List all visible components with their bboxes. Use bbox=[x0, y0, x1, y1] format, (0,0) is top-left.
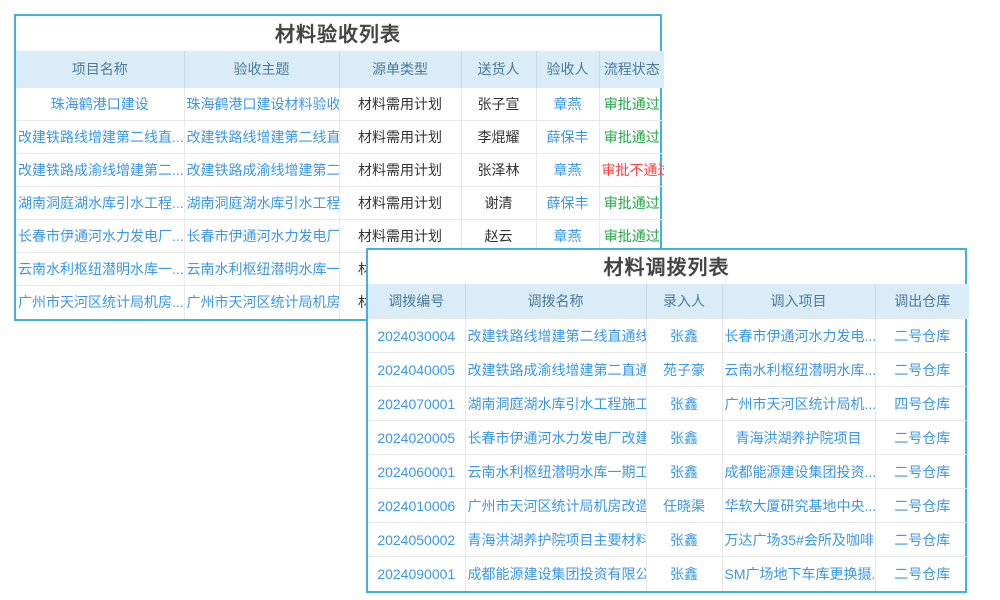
material-transfer-panel: 材料调拨列表 调拨编号调拨名称录入人调入项目调出仓库 2024030004改建铁… bbox=[366, 248, 967, 593]
acceptance-col-header-3: 送货人 bbox=[461, 51, 536, 88]
acceptance-cell: 材料需用计划 bbox=[339, 88, 461, 121]
acceptance-cell: 张泽林 bbox=[461, 154, 536, 187]
transfer-link-cell[interactable]: 广州市天河区统计局机... bbox=[722, 387, 875, 421]
transfer-link-cell[interactable]: 任晓渠 bbox=[646, 489, 722, 523]
transfer-link-cell[interactable]: 广州市天河区统计局机房改造... bbox=[465, 489, 646, 523]
transfer-link-cell[interactable]: 青海洪湖养护院项目 bbox=[722, 421, 875, 455]
transfer-header-row: 调拨编号调拨名称录入人调入项目调出仓库 bbox=[368, 284, 969, 319]
table-row: 2024090001成都能源建设集团投资有限公...张鑫SM广场地下车库更换摄.… bbox=[368, 557, 969, 591]
transfer-link-cell[interactable]: 2024030004 bbox=[368, 319, 465, 353]
transfer-link-cell[interactable]: 2024060001 bbox=[368, 455, 465, 489]
acceptance-link-cell[interactable]: 章燕 bbox=[536, 88, 599, 121]
transfer-link-cell[interactable]: 张鑫 bbox=[646, 387, 722, 421]
acceptance-cell: 材料需用计划 bbox=[339, 154, 461, 187]
transfer-col-header-2: 录入人 bbox=[646, 284, 722, 319]
acceptance-link-cell[interactable]: 珠海鹤港口建设 bbox=[16, 88, 184, 121]
transfer-link-cell[interactable]: 二号仓库 bbox=[875, 523, 969, 557]
transfer-link-cell[interactable]: 二号仓库 bbox=[875, 489, 969, 523]
table-row: 珠海鹤港口建设珠海鹤港口建设材料验收材料需用计划张子宣章燕审批通过 bbox=[16, 88, 664, 121]
transfer-table: 调拨编号调拨名称录入人调入项目调出仓库 2024030004改建铁路线增建第二线… bbox=[368, 284, 969, 591]
table-row: 2024040005改建铁路成渝线增建第二直通...苑子豪云南水利枢纽潜明水库.… bbox=[368, 353, 969, 387]
transfer-link-cell[interactable]: 长春市伊通河水力发电... bbox=[722, 319, 875, 353]
table-row: 2024010006广州市天河区统计局机房改造...任晓渠华软大厦研究基地中央.… bbox=[368, 489, 969, 523]
transfer-link-cell[interactable]: 四号仓库 bbox=[875, 387, 969, 421]
acceptance-cell: 张子宣 bbox=[461, 88, 536, 121]
acceptance-link-cell[interactable]: 云南水利枢纽潜明水库一... bbox=[184, 253, 339, 286]
table-row: 2024030004改建铁路线增建第二线直通线...张鑫长春市伊通河水力发电..… bbox=[368, 319, 969, 353]
transfer-link-cell[interactable]: 2024070001 bbox=[368, 387, 465, 421]
acceptance-panel-title: 材料验收列表 bbox=[16, 16, 660, 51]
acceptance-link-cell[interactable]: 改建铁路线增建第二线直... bbox=[16, 121, 184, 154]
acceptance-col-header-1: 验收主题 bbox=[184, 51, 339, 88]
acceptance-link-cell[interactable]: 云南水利枢纽潜明水库一... bbox=[16, 253, 184, 286]
transfer-link-cell[interactable]: 改建铁路线增建第二线直通线... bbox=[465, 319, 646, 353]
acceptance-link-cell[interactable]: 薛保丰 bbox=[536, 187, 599, 220]
table-row: 2024050002青海洪湖养护院项目主要材料...张鑫万达广场35#会所及咖啡… bbox=[368, 523, 969, 557]
transfer-link-cell[interactable]: 二号仓库 bbox=[875, 319, 969, 353]
transfer-col-header-1: 调拨名称 bbox=[465, 284, 646, 319]
transfer-link-cell[interactable]: 改建铁路成渝线增建第二直通... bbox=[465, 353, 646, 387]
acceptance-col-header-0: 项目名称 bbox=[16, 51, 184, 88]
acceptance-link-cell[interactable]: 湖南洞庭湖水库引水工程... bbox=[16, 187, 184, 220]
transfer-link-cell[interactable]: 长春市伊通河水力发电厂改建... bbox=[465, 421, 646, 455]
acceptance-link-cell[interactable]: 长春市伊通河水力发电厂... bbox=[184, 220, 339, 253]
acceptance-link-cell[interactable]: 广州市天河区统计局机房... bbox=[16, 286, 184, 319]
transfer-link-cell[interactable]: 2024010006 bbox=[368, 489, 465, 523]
transfer-link-cell[interactable]: 二号仓库 bbox=[875, 557, 969, 591]
transfer-link-cell[interactable]: 张鑫 bbox=[646, 455, 722, 489]
acceptance-cell: 材料需用计划 bbox=[339, 121, 461, 154]
transfer-link-cell[interactable]: 云南水利枢纽潜明水库一期工... bbox=[465, 455, 646, 489]
transfer-link-cell[interactable]: 张鑫 bbox=[646, 557, 722, 591]
acceptance-link-cell[interactable]: 湖南洞庭湖水库引水工程... bbox=[184, 187, 339, 220]
transfer-link-cell[interactable]: 二号仓库 bbox=[875, 421, 969, 455]
transfer-link-cell[interactable]: 成都能源建设集团投资有限公... bbox=[465, 557, 646, 591]
table-row: 2024060001云南水利枢纽潜明水库一期工...张鑫成都能源建设集团投资..… bbox=[368, 455, 969, 489]
transfer-link-cell[interactable]: 2024090001 bbox=[368, 557, 465, 591]
transfer-link-cell[interactable]: 二号仓库 bbox=[875, 455, 969, 489]
acceptance-link-cell[interactable]: 薛保丰 bbox=[536, 121, 599, 154]
transfer-link-cell[interactable]: 湖南洞庭湖水库引水工程施工... bbox=[465, 387, 646, 421]
transfer-link-cell[interactable]: 苑子豪 bbox=[646, 353, 722, 387]
transfer-link-cell[interactable]: 张鑫 bbox=[646, 319, 722, 353]
status-badge: 审批通过 bbox=[599, 88, 664, 121]
transfer-panel-title: 材料调拨列表 bbox=[368, 250, 965, 284]
transfer-link-cell[interactable]: 2024050002 bbox=[368, 523, 465, 557]
transfer-link-cell[interactable]: 青海洪湖养护院项目主要材料... bbox=[465, 523, 646, 557]
table-row: 改建铁路线增建第二线直...改建铁路线增建第二线直...材料需用计划李焜耀薛保丰… bbox=[16, 121, 664, 154]
acceptance-link-cell[interactable]: 改建铁路成渝线增建第二... bbox=[16, 154, 184, 187]
acceptance-col-header-4: 验收人 bbox=[536, 51, 599, 88]
transfer-link-cell[interactable]: 张鑫 bbox=[646, 523, 722, 557]
transfer-link-cell[interactable]: 成都能源建设集团投资... bbox=[722, 455, 875, 489]
acceptance-cell: 李焜耀 bbox=[461, 121, 536, 154]
status-badge: 审批通过 bbox=[599, 121, 664, 154]
acceptance-cell: 谢清 bbox=[461, 187, 536, 220]
transfer-link-cell[interactable]: 华软大厦研究基地中央... bbox=[722, 489, 875, 523]
table-row: 改建铁路成渝线增建第二...改建铁路成渝线增建第二...材料需用计划张泽林章燕审… bbox=[16, 154, 664, 187]
transfer-col-header-0: 调拨编号 bbox=[368, 284, 465, 319]
acceptance-link-cell[interactable]: 改建铁路成渝线增建第二... bbox=[184, 154, 339, 187]
acceptance-link-cell[interactable]: 广州市天河区统计局机房... bbox=[184, 286, 339, 319]
table-row: 2024070001湖南洞庭湖水库引水工程施工...张鑫广州市天河区统计局机..… bbox=[368, 387, 969, 421]
acceptance-link-cell[interactable]: 珠海鹤港口建设材料验收 bbox=[184, 88, 339, 121]
transfer-col-header-3: 调入项目 bbox=[722, 284, 875, 319]
acceptance-link-cell[interactable]: 长春市伊通河水力发电厂... bbox=[16, 220, 184, 253]
transfer-col-header-4: 调出仓库 bbox=[875, 284, 969, 319]
transfer-link-cell[interactable]: 万达广场35#会所及咖啡... bbox=[722, 523, 875, 557]
transfer-link-cell[interactable]: SM广场地下车库更换摄... bbox=[722, 557, 875, 591]
table-row: 2024020005长春市伊通河水力发电厂改建...张鑫青海洪湖养护院项目二号仓… bbox=[368, 421, 969, 455]
table-row: 湖南洞庭湖水库引水工程...湖南洞庭湖水库引水工程...材料需用计划谢清薛保丰审… bbox=[16, 187, 664, 220]
transfer-link-cell[interactable]: 二号仓库 bbox=[875, 353, 969, 387]
acceptance-link-cell[interactable]: 章燕 bbox=[536, 154, 599, 187]
status-badge: 审批不通过 bbox=[599, 154, 664, 187]
acceptance-header-row: 项目名称验收主题源单类型送货人验收人流程状态 bbox=[16, 51, 664, 88]
status-badge: 审批通过 bbox=[599, 187, 664, 220]
acceptance-col-header-2: 源单类型 bbox=[339, 51, 461, 88]
transfer-link-cell[interactable]: 2024040005 bbox=[368, 353, 465, 387]
acceptance-link-cell[interactable]: 改建铁路线增建第二线直... bbox=[184, 121, 339, 154]
acceptance-col-header-5: 流程状态 bbox=[599, 51, 664, 88]
transfer-link-cell[interactable]: 张鑫 bbox=[646, 421, 722, 455]
acceptance-cell: 材料需用计划 bbox=[339, 187, 461, 220]
transfer-link-cell[interactable]: 2024020005 bbox=[368, 421, 465, 455]
transfer-link-cell[interactable]: 云南水利枢纽潜明水库... bbox=[722, 353, 875, 387]
